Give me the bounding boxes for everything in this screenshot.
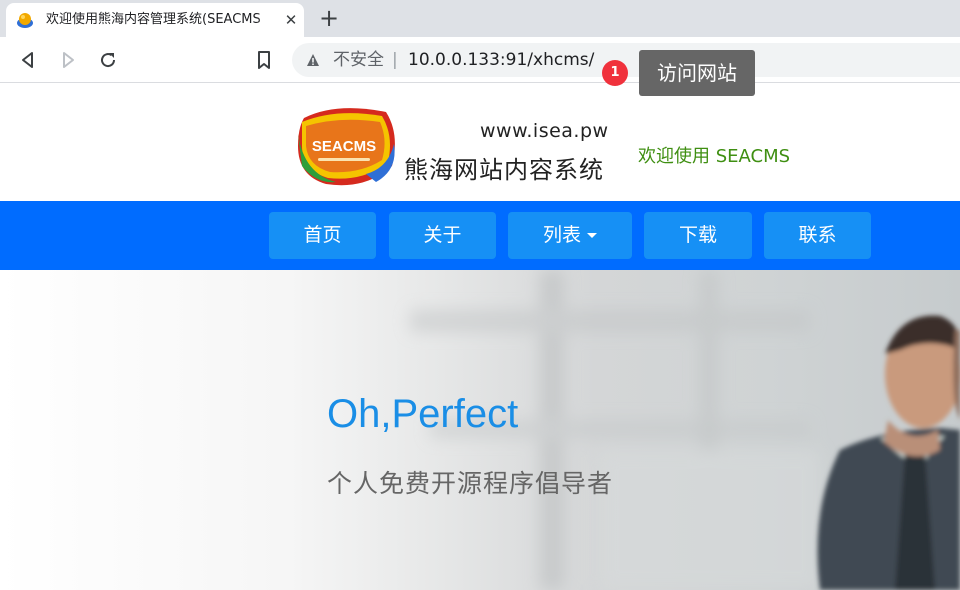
- browser-tab[interactable]: 欢迎使用熊海内容管理系统(SEACMS ✕: [6, 3, 304, 37]
- tab-strip: 欢迎使用熊海内容管理系统(SEACMS ✕ +: [0, 0, 960, 37]
- plus-icon[interactable]: +: [317, 6, 341, 31]
- caret-down-icon: [587, 233, 597, 238]
- hero-subtitle: 个人免费开源程序倡导者: [327, 469, 614, 498]
- nav-item-home[interactable]: 首页: [269, 212, 376, 259]
- seacms-logo[interactable]: SEACMS: [296, 104, 400, 188]
- nav-item-contact[interactable]: 联系: [764, 212, 871, 259]
- bookmark-icon[interactable]: [253, 49, 275, 71]
- back-icon[interactable]: [17, 49, 39, 71]
- warning-icon[interactable]: [306, 53, 320, 67]
- url-text[interactable]: 10.0.0.133:91/xhcms/: [408, 50, 594, 70]
- logo-text: SEACMS: [312, 138, 376, 155]
- nav-item-list-label: 列表: [542, 224, 581, 246]
- logo-name: 熊海网站内容系统: [404, 156, 604, 184]
- nav-item-about[interactable]: 关于: [389, 212, 496, 259]
- reload-icon[interactable]: [97, 49, 119, 71]
- security-status[interactable]: 不安全: [333, 50, 384, 70]
- step-badge: 1: [602, 60, 628, 86]
- main-nav: 首页 关于 列表 下载 联系: [0, 201, 960, 270]
- nav-item-download[interactable]: 下载: [644, 212, 752, 259]
- hero-banner: Oh,Perfect 个人免费开源程序倡导者: [0, 270, 960, 590]
- favicon-icon: [17, 13, 33, 28]
- logo-domain: www.isea.pw: [480, 120, 609, 142]
- welcome-text: 欢迎使用 SEACMS: [638, 146, 791, 167]
- hero-title: Oh,Perfect: [327, 392, 519, 436]
- separator: |: [392, 50, 398, 70]
- close-icon[interactable]: ✕: [282, 11, 300, 29]
- forward-icon[interactable]: [57, 49, 79, 71]
- tab-title: 欢迎使用熊海内容管理系统(SEACMS: [46, 12, 261, 27]
- tab-title-fade: [256, 7, 278, 33]
- browser-toolbar: 不安全 | 10.0.0.133:91/xhcms/: [0, 37, 960, 83]
- nav-item-list[interactable]: 列表: [508, 212, 632, 259]
- annotation-tooltip: 访问网站: [639, 50, 755, 96]
